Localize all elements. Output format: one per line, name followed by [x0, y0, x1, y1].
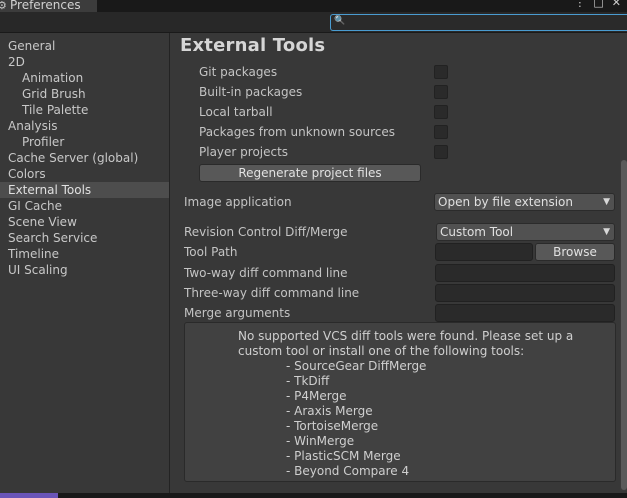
sidebar-item[interactable]: Cache Server (global) — [0, 150, 169, 166]
sidebar-item[interactable]: Profiler — [0, 134, 169, 150]
sidebar-item[interactable]: External Tools — [0, 182, 169, 198]
supported-tool-item: - Beyond Compare 4 — [286, 464, 410, 478]
supported-tool-item: - WinMerge — [286, 434, 355, 448]
regenerate-project-files-button[interactable]: Regenerate project files — [199, 164, 421, 182]
sidebar-item[interactable]: Animation — [0, 70, 169, 86]
package-option-label: Local tarball — [199, 105, 273, 119]
preferences-tab[interactable]: ⚙ Preferences — [0, 0, 97, 12]
main-panel: External Tools Git packages Built-in pack… — [171, 33, 627, 498]
package-option-label: Built-in packages — [199, 85, 303, 99]
revision-control-label: Revision Control Diff/Merge — [184, 225, 348, 239]
dropdown-arrow-icon: ▼ — [603, 197, 610, 207]
sidebar-item[interactable]: Search Service — [0, 230, 169, 246]
package-option-checkbox[interactable] — [434, 145, 448, 159]
tool-path-field[interactable] — [435, 243, 533, 261]
search-box[interactable]: 🔍 — [330, 14, 627, 31]
preferences-sidebar: General 2D Animation Grid Brush Tile Palette… — [0, 33, 170, 493]
window-controls: ⋮ □ ✕ — [574, 0, 621, 10]
sidebar-item[interactable]: Colors — [0, 166, 169, 182]
sidebar-item[interactable]: GI Cache — [0, 198, 169, 214]
three-way-diff-field[interactable] — [435, 284, 615, 302]
more-menu-icon[interactable]: ⋮ — [574, 0, 585, 10]
help-message: No supported VCS diff tools were found. … — [238, 329, 574, 358]
supported-tool-item: - TortoiseMerge — [286, 419, 379, 433]
package-option-checkbox[interactable] — [434, 85, 448, 99]
merge-arguments-label: Merge arguments — [184, 306, 291, 320]
sidebar-item[interactable]: Timeline — [0, 246, 169, 262]
supported-tool-item: - P4Merge — [286, 389, 347, 403]
dropdown-arrow-icon: ▼ — [603, 227, 610, 237]
scrollbar-thumb[interactable] — [621, 160, 627, 490]
package-option-label: Packages from unknown sources — [199, 125, 395, 139]
sidebar-item[interactable]: Tile Palette — [0, 102, 169, 118]
package-option-label: Git packages — [199, 65, 278, 79]
sidebar-item[interactable]: Analysis — [0, 118, 169, 134]
supported-tools-list: - SourceGear DiffMerge - TkDiff - P4Merge -… — [286, 359, 426, 479]
search-input[interactable] — [345, 15, 625, 30]
maximize-icon[interactable]: □ — [593, 0, 603, 10]
sidebar-item[interactable]: Scene View — [0, 214, 169, 230]
help-box: No supported VCS diff tools were found. … — [184, 322, 616, 482]
three-way-diff-label: Three-way diff command line — [184, 286, 360, 300]
merge-arguments-field[interactable] — [435, 304, 615, 322]
sidebar-item[interactable]: 2D — [0, 54, 169, 70]
package-option-label: Player projects — [199, 145, 289, 159]
sidebar-item[interactable]: General — [0, 38, 169, 54]
tab-title: Preferences — [10, 0, 81, 12]
supported-tool-item: - SourceGear DiffMerge — [286, 359, 427, 373]
close-icon[interactable]: ✕ — [612, 0, 621, 10]
supported-tool-item: - TkDiff — [286, 374, 330, 388]
status-accent — [0, 493, 58, 498]
two-way-diff-label: Two-way diff command line — [184, 266, 348, 280]
revision-control-value: Custom Tool — [440, 225, 514, 239]
package-option-checkbox[interactable] — [434, 105, 448, 119]
package-option-checkbox[interactable] — [434, 125, 448, 139]
supported-tool-item: - PlasticSCM Merge — [286, 449, 401, 463]
sidebar-item[interactable]: UI Scaling — [0, 262, 169, 278]
image-application-dropdown[interactable]: Open by file extension ▼ — [434, 193, 615, 211]
supported-tool-item: - Araxis Merge — [286, 404, 373, 418]
revision-control-dropdown[interactable]: Custom Tool ▼ — [436, 223, 615, 241]
tool-path-label: Tool Path — [184, 245, 238, 259]
window-titlebar: ⚙ Preferences ⋮ □ ✕ — [0, 0, 627, 12]
page-title: External Tools — [180, 35, 326, 56]
package-option-checkbox[interactable] — [434, 65, 448, 79]
sidebar-item[interactable]: Grid Brush — [0, 86, 169, 102]
search-icon: 🔍 — [334, 16, 346, 26]
status-bar — [0, 493, 627, 498]
browse-button[interactable]: Browse — [535, 243, 615, 261]
two-way-diff-field[interactable] — [435, 264, 615, 282]
search-strip: 🔍 — [0, 12, 627, 33]
image-application-label: Image application — [184, 195, 292, 209]
image-application-value: Open by file extension — [438, 195, 573, 209]
